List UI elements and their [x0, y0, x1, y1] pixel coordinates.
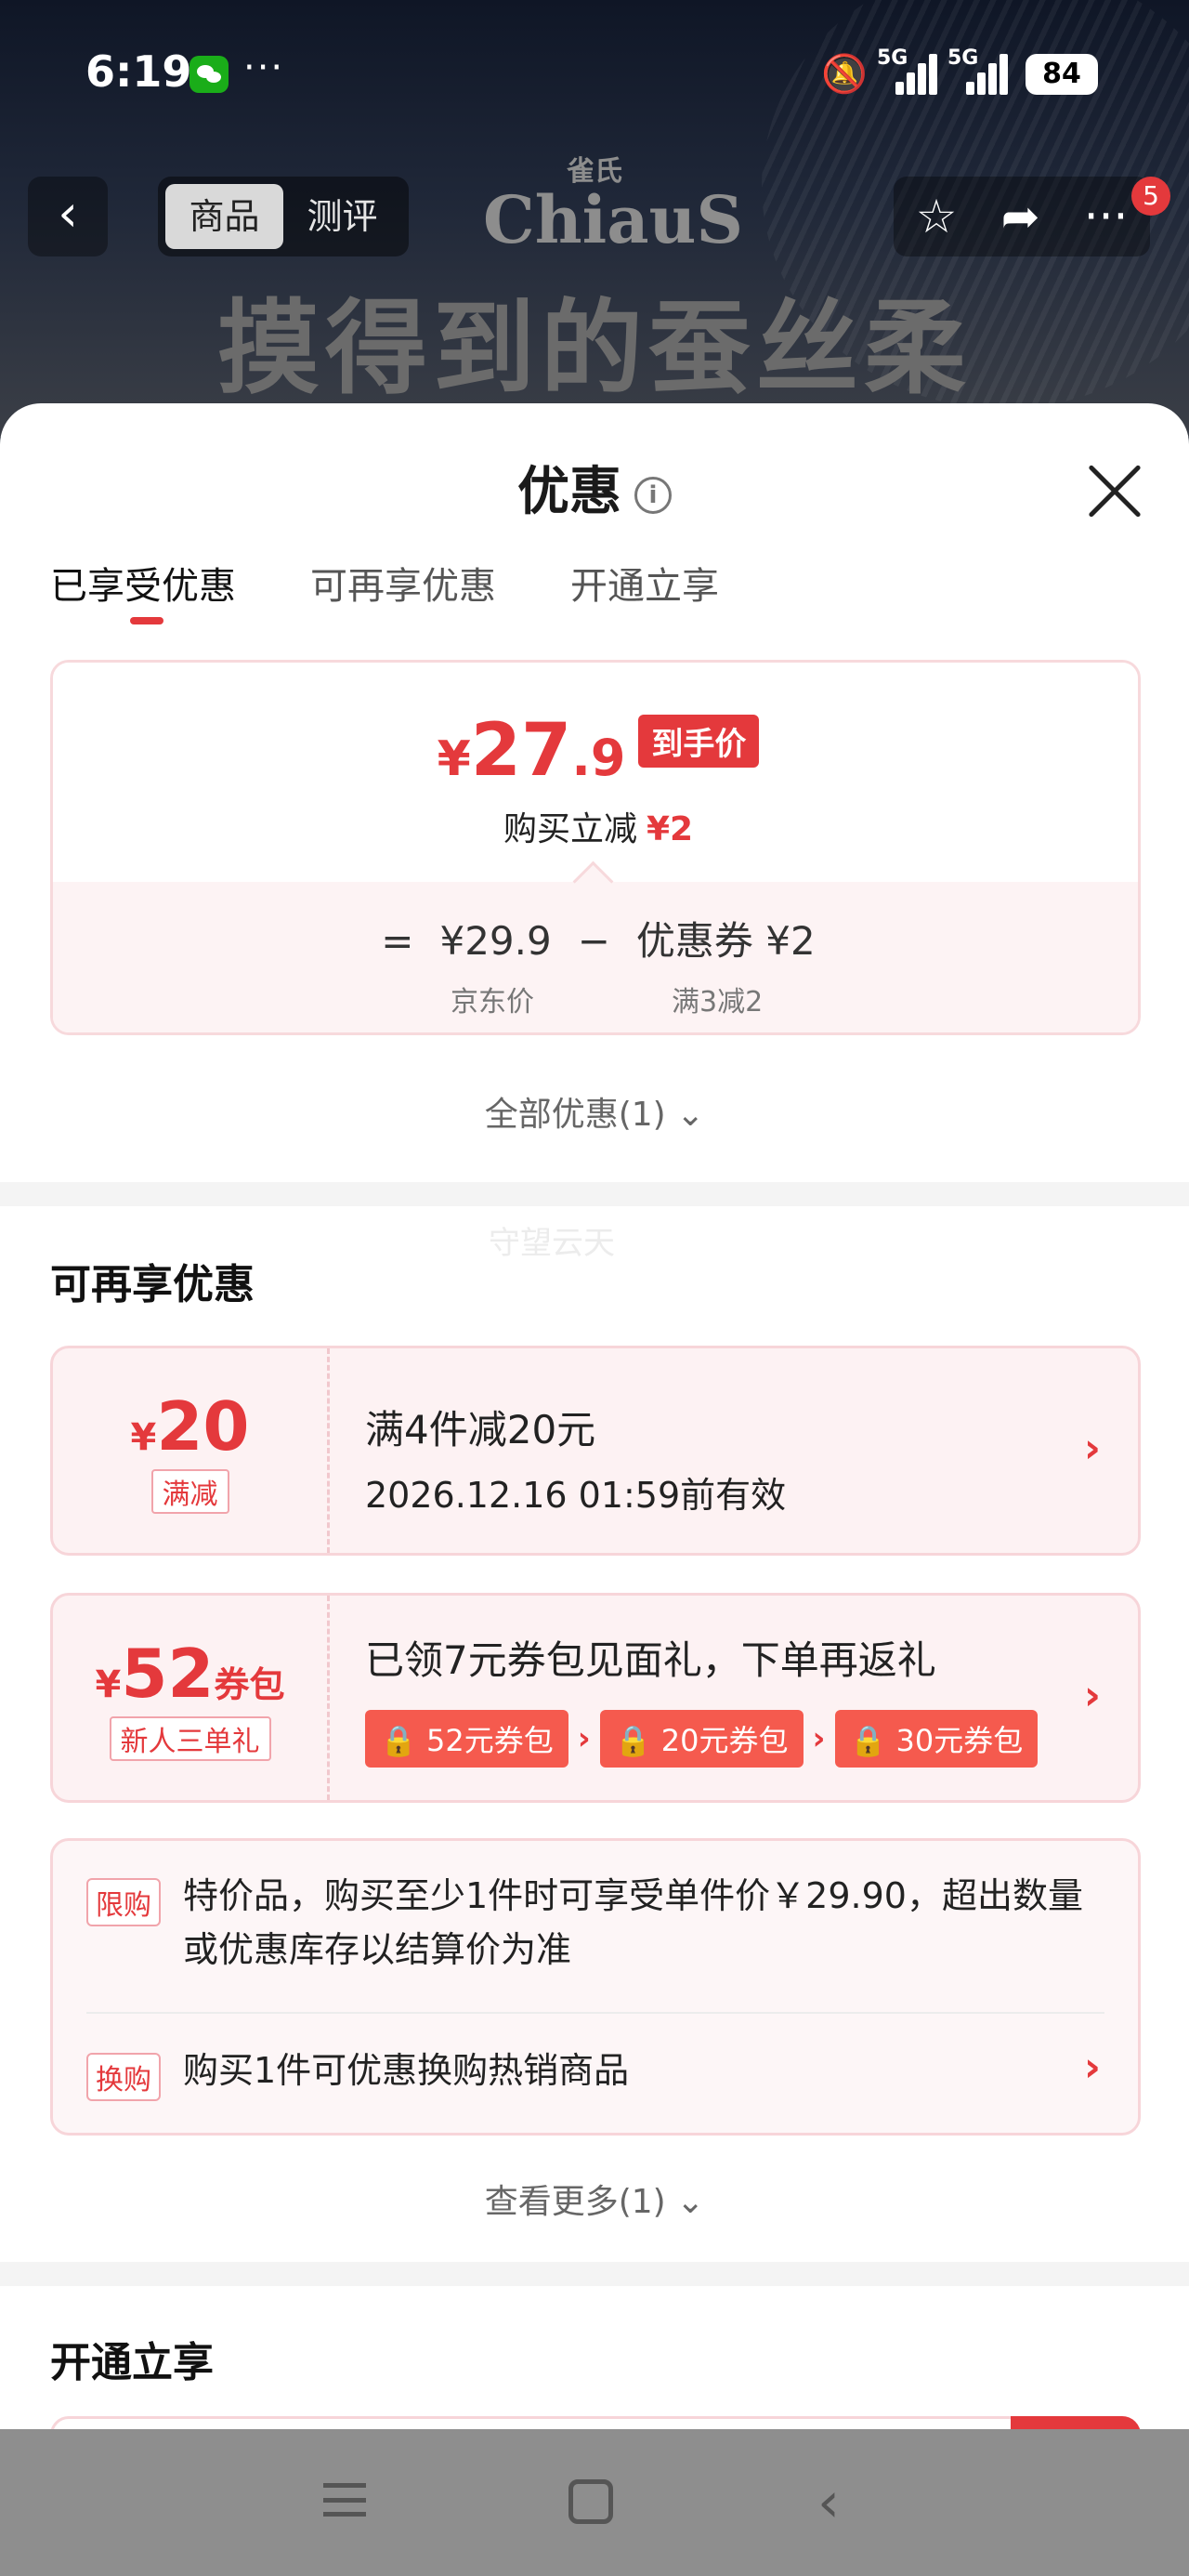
- nav-actions: ☆ ➦ ···: [894, 177, 1150, 256]
- limit-purchase-text: 特价品，购买至少1件时可享受单件价￥29.90，超出数量或优惠库存以结算价为准: [183, 1875, 1083, 1970]
- coupon-pack-52: 🔒 52元券包: [365, 1710, 568, 1768]
- instant-reduction-value: ¥2: [646, 810, 694, 848]
- purchase-rules-card: 限购 特价品，购买至少1件时可享受单件价￥29.90，超出数量或优惠库存以结算价…: [50, 1838, 1141, 2136]
- battery-icon: 84: [1026, 54, 1098, 95]
- status-time: 6:19: [85, 46, 192, 97]
- price-currency: ¥: [437, 731, 471, 787]
- share-icon[interactable]: ➦: [1001, 190, 1040, 243]
- see-more-toggle[interactable]: 查看更多(1) ⌄: [0, 2175, 1189, 2223]
- brand-logo: 雀氏 ChiauS: [483, 156, 743, 258]
- sheet-title: 优惠: [517, 462, 621, 522]
- rule-divider: [86, 2012, 1104, 2014]
- system-back-icon[interactable]: ‹: [817, 2470, 840, 2535]
- back-button[interactable]: ‹: [28, 177, 108, 256]
- coupon-pack-row: 🔒 52元券包 › 🔒 20元券包 › 🔒 30元券包: [365, 1710, 1073, 1768]
- pack-arrow-icon: ›: [577, 1720, 591, 1757]
- hero-slogan: 摸得到的蚕丝柔: [217, 288, 972, 408]
- instant-reduction-label: 购买立减: [503, 810, 637, 848]
- coupon1-validity: 2026.12.16 01:59前有效: [365, 1475, 787, 1516]
- formula-minus: −: [577, 918, 610, 964]
- brand-logo-en: ChiauS: [483, 181, 743, 258]
- jd-price: ¥29.9: [439, 918, 552, 964]
- recent-apps-icon[interactable]: [323, 2483, 366, 2517]
- tab-product[interactable]: 商品: [165, 184, 283, 249]
- network-type-1: 5G: [877, 46, 908, 70]
- more-notifications-icon: ···: [243, 46, 285, 89]
- exchange-purchase-tag: 换购: [86, 2053, 161, 2101]
- price-breakdown: = ¥29.9− 优惠券 ¥2 京东价 满3减2: [53, 882, 1138, 1032]
- coupon2-title: 已领7元券包见面礼，下单再返礼: [365, 1637, 936, 1683]
- signal-icon-2: 5G: [947, 46, 1008, 95]
- coupon2-suffix: 券包: [214, 1664, 285, 1705]
- coupon1-currency: ¥: [130, 1416, 157, 1459]
- coupon-new-user-pack[interactable]: ¥52券包 新人三单礼 已领7元券包见面礼，下单再返礼 🔒 52元券包 › 🔒 …: [50, 1593, 1141, 1803]
- coupon-full-reduction[interactable]: ¥20 满减 满4件减20元 2026.12.16 01:59前有效 ›: [50, 1346, 1141, 1556]
- close-icon[interactable]: [1078, 453, 1152, 528]
- chevron-right-icon[interactable]: ›: [1084, 2044, 1101, 2091]
- system-navigation-bar: ‹: [0, 2429, 1189, 2576]
- sheet-title-row: 优惠 i: [0, 450, 1189, 525]
- all-discounts-toggle[interactable]: 全部优惠(1) ⌄: [0, 1087, 1189, 1136]
- exchange-purchase-text[interactable]: 购买1件可优惠换购热销商品: [183, 2044, 1101, 2097]
- chevron-right-icon: ›: [1083, 1425, 1101, 1472]
- status-bar: 6:19 ··· 🔕 5G 5G 84: [0, 0, 1189, 149]
- price-integer: 27: [470, 709, 572, 793]
- signal-icon-1: 5G: [877, 46, 937, 95]
- discount-sheet: 优惠 i 已享受优惠 可再享优惠 开通立享 ¥27.9 到手价 购买立减 ¥2 = ¥2…: [0, 403, 1189, 2429]
- section-divider: [0, 2262, 1189, 2286]
- coupon1-title: 满4件减20元: [365, 1407, 596, 1452]
- tab-open-to-enjoy[interactable]: 开通立享: [570, 556, 719, 610]
- coupon1-amount: 20: [156, 1387, 250, 1465]
- info-icon[interactable]: i: [634, 476, 672, 514]
- formula-equals: =: [381, 918, 414, 964]
- home-icon[interactable]: [568, 2479, 613, 2524]
- coupon-pack-20: 🔒 20元券包: [599, 1710, 804, 1768]
- network-type-2: 5G: [947, 46, 979, 70]
- section-title-more-discounts: 可再享优惠: [50, 1261, 255, 1308]
- coupon-deduction: 优惠券 ¥2: [635, 918, 816, 964]
- wechat-notification-icon: [189, 56, 229, 93]
- final-price-card: ¥27.9 到手价 购买立减 ¥2 = ¥29.9− 优惠券 ¥2 京东价 满3减2: [50, 660, 1141, 1035]
- product-review-switch: 商品 测评: [158, 177, 409, 256]
- discount-tabs: 已享受优惠 可再享优惠 开通立享: [50, 556, 793, 624]
- coupon2-type-tag: 新人三单礼: [109, 1716, 271, 1761]
- pack-arrow-icon: ›: [812, 1720, 826, 1757]
- coupon-condition-label: 满3减2: [672, 986, 764, 1019]
- mute-icon: 🔕: [821, 53, 868, 96]
- jd-price-label: 京东价: [451, 986, 534, 1019]
- coupon-pack-30: 🔒 30元券包: [834, 1710, 1039, 1768]
- tab-review[interactable]: 测评: [283, 184, 401, 249]
- final-price-tag: 到手价: [638, 715, 760, 768]
- membership-offer-card[interactable]: [50, 2416, 1141, 2429]
- instant-reduction: 购买立减 ¥2: [53, 802, 1138, 850]
- message-badge: 5: [1131, 177, 1170, 216]
- price-decimal: .9: [571, 729, 626, 787]
- coupon2-amount: 52: [121, 1635, 215, 1713]
- limit-purchase-tag: 限购: [86, 1878, 161, 1926]
- final-price: ¥27.9 到手价: [53, 709, 1138, 793]
- favorite-star-icon[interactable]: ☆: [916, 190, 958, 243]
- tab-enjoyed-discounts[interactable]: 已享受优惠: [50, 556, 236, 624]
- membership-offer-button[interactable]: [1011, 2416, 1141, 2429]
- section-title-open-to-enjoy: 开通立享: [50, 2339, 214, 2386]
- coupon2-currency: ¥: [95, 1663, 122, 1706]
- chevron-right-icon: ›: [1083, 1672, 1101, 1719]
- watermark: 守望云天: [489, 1225, 615, 1262]
- more-menu-icon[interactable]: ···: [1084, 190, 1129, 243]
- tab-more-discounts[interactable]: 可再享优惠: [310, 556, 496, 610]
- section-divider: [0, 1182, 1189, 1206]
- coupon1-type-tag: 满减: [150, 1469, 229, 1514]
